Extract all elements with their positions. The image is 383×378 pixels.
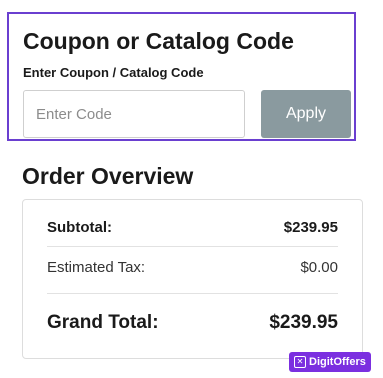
subtotal-value: $239.95 [283,218,338,236]
divider [47,293,338,294]
coupon-title: Coupon or Catalog Code [23,28,294,54]
grand-total-label: Grand Total: [47,312,159,333]
coupon-section: Coupon or Catalog Code Enter Coupon / Ca… [7,12,356,141]
order-summary-card: Subtotal: $239.95 Estimated Tax: $0.00 G… [22,199,363,359]
grand-total-value: $239.95 [269,312,338,333]
coupon-code-input[interactable] [23,90,245,138]
estimated-tax-value: $0.00 [300,258,338,276]
divider [47,246,338,247]
estimated-tax-label: Estimated Tax: [47,258,146,276]
coupon-field-label: Enter Coupon / Catalog Code [23,65,204,80]
x-box-icon: ✕ [294,356,306,368]
subtotal-row: Subtotal: $239.95 [47,216,338,238]
order-overview-title: Order Overview [22,163,194,189]
digitoffers-watermark: ✕ DigitOffers [289,352,371,372]
estimated-tax-row: Estimated Tax: $0.00 [47,256,338,278]
grand-total-row: Grand Total: $239.95 [47,310,338,336]
watermark-text: DigitOffers [309,356,366,368]
subtotal-label: Subtotal: [47,218,112,236]
apply-button[interactable]: Apply [261,90,351,138]
